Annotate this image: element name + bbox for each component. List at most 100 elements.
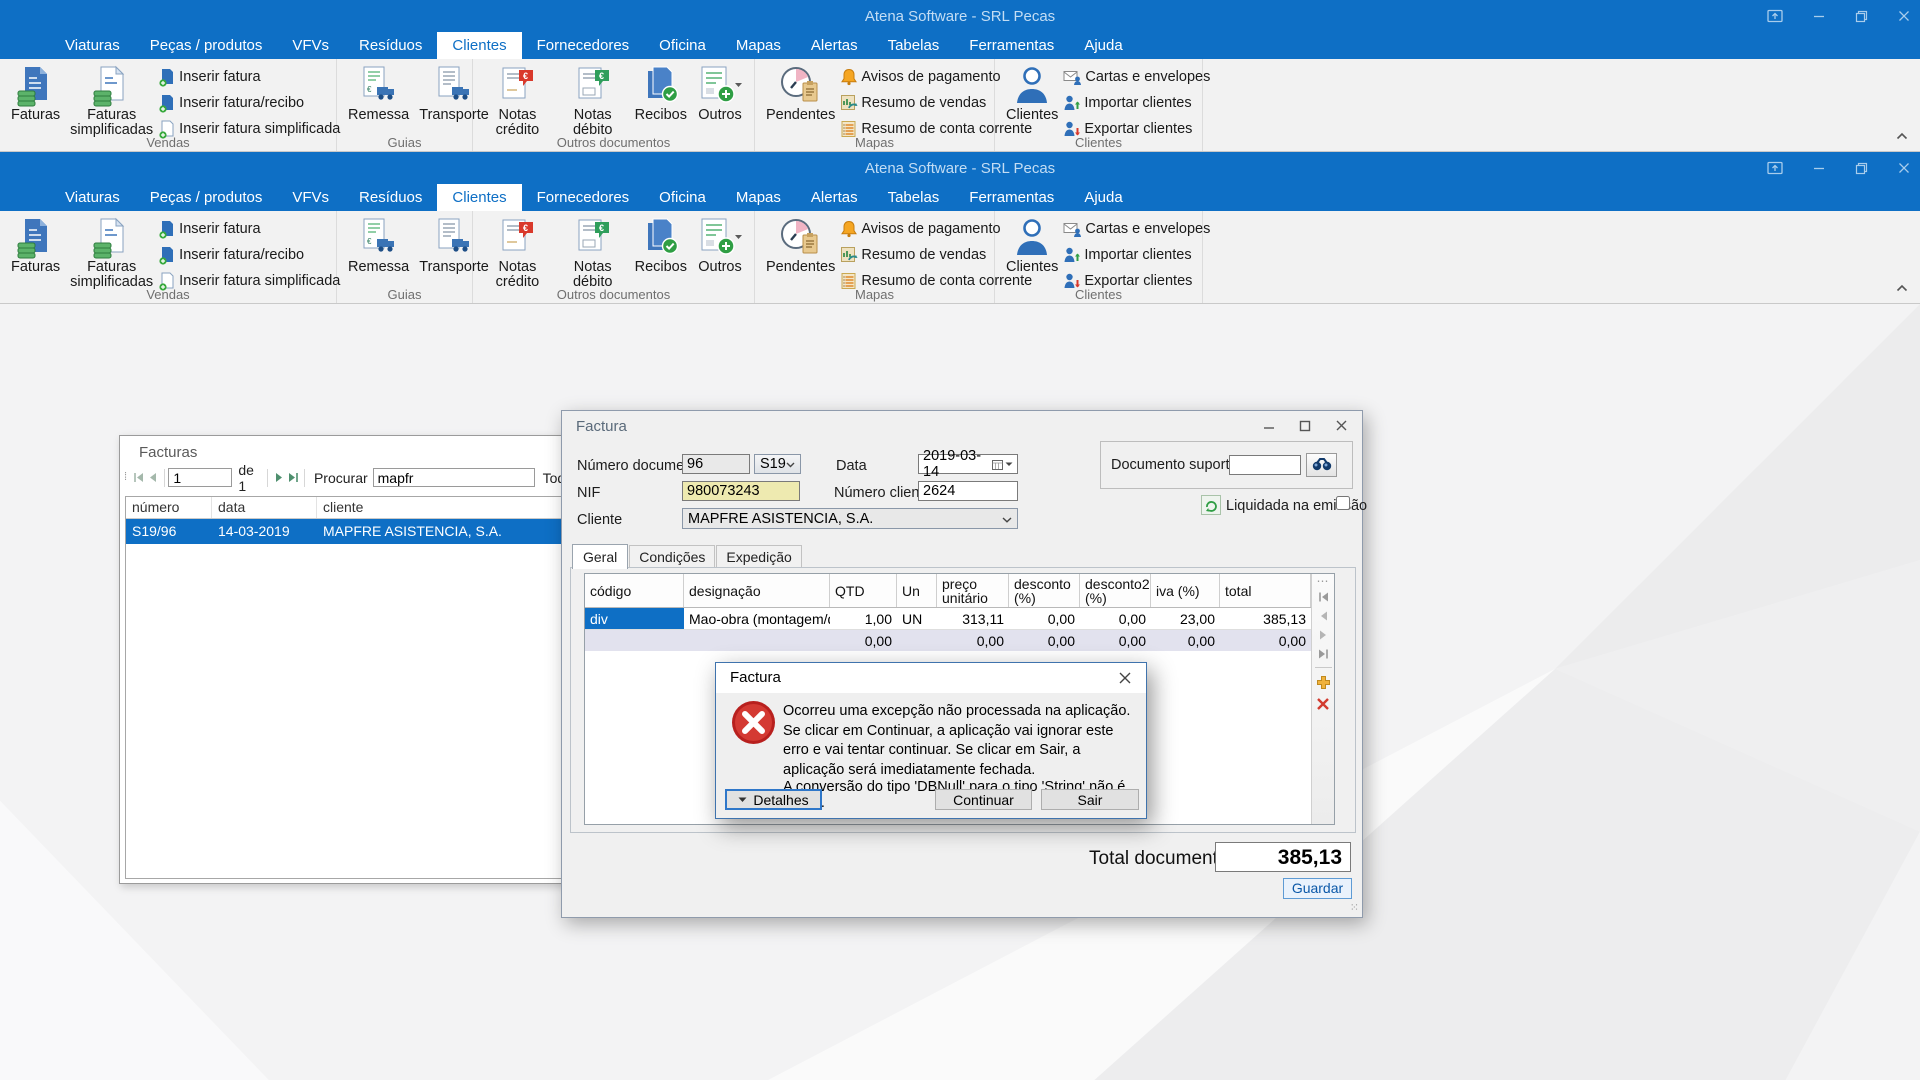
- ribbon-button-pendentes[interactable]: Pendentes: [761, 214, 840, 277]
- ribbon-button-clientes[interactable]: Clientes: [1001, 214, 1063, 277]
- menu-tab-pecas-produtos[interactable]: Peças / produtos: [135, 184, 278, 211]
- toolbar-handle[interactable]: ⋯: [1317, 578, 1330, 584]
- table-row-selected[interactable]: S19/96 14-03-2019 MAPFRE ASISTENCIA, S.A…: [126, 519, 569, 544]
- ribbon-button-recibos[interactable]: Recibos: [630, 214, 692, 277]
- liquidada-checkbox[interactable]: [1336, 496, 1350, 510]
- first-record-button[interactable]: [132, 468, 146, 488]
- exit-button[interactable]: Sair: [1041, 789, 1139, 810]
- menu-tab-clientes[interactable]: Clientes: [437, 32, 521, 59]
- tab-condicoes[interactable]: Condições: [629, 545, 715, 568]
- selected-cell-codigo[interactable]: div: [585, 608, 684, 629]
- collapse-ribbon-icon[interactable]: [1896, 127, 1908, 145]
- delete-row-icon[interactable]: [1316, 697, 1330, 711]
- cliente-combobox[interactable]: MAPFRE ASISTENCIA, S.A.: [682, 508, 1018, 529]
- search-document-button[interactable]: [1306, 453, 1337, 477]
- column-header-numero[interactable]: número: [126, 497, 212, 518]
- serie-combobox[interactable]: S19: [754, 454, 801, 474]
- ribbon-button-cartas-envelopes[interactable]: Cartas e envelopes: [1063, 216, 1210, 242]
- ribbon-button-faturas[interactable]: Faturas: [6, 214, 65, 277]
- menu-tab-ferramentas[interactable]: Ferramentas: [954, 184, 1069, 211]
- column-header-cliente[interactable]: cliente: [317, 497, 569, 518]
- tab-geral[interactable]: Geral: [572, 544, 628, 569]
- menu-tab-mapas[interactable]: Mapas: [721, 32, 796, 59]
- next-record-button[interactable]: [272, 468, 286, 488]
- ribbon-button-remessa[interactable]: € Remessa: [343, 214, 414, 277]
- ribbon-button-notas-debito[interactable]: € Notas débito: [556, 62, 630, 140]
- ribbon-button-inserir-fatura[interactable]: Inserir fatura: [158, 64, 340, 90]
- ribbon-button-cartas-envelopes[interactable]: Cartas e envelopes: [1063, 64, 1210, 90]
- ribbon-button-faturas-simplificadas[interactable]: Faturas simplificadas: [65, 214, 158, 292]
- numero-documento-input[interactable]: [682, 454, 750, 474]
- minimize-icon[interactable]: [1263, 420, 1275, 432]
- ribbon-button-notas-credito[interactable]: € Notas crédito: [479, 214, 556, 292]
- ribbon-button-inserir-fatura-recibo[interactable]: Inserir fatura/recibo: [158, 90, 340, 116]
- menu-tab-ajuda[interactable]: Ajuda: [1069, 184, 1137, 211]
- add-row-icon[interactable]: [1316, 675, 1331, 690]
- grid-column-desconto2[interactable]: desconto2 (%): [1080, 574, 1151, 607]
- documento-suporte-input[interactable]: [1229, 455, 1301, 475]
- toolbar-grip[interactable]: ⁞: [124, 475, 130, 480]
- collapse-ribbon-icon[interactable]: [1896, 279, 1908, 297]
- menu-tab-fornecedores[interactable]: Fornecedores: [522, 184, 645, 211]
- grid-row-item[interactable]: div Mao-obra (montagem/desm... 1,00 UN 3…: [585, 608, 1311, 630]
- menu-tab-oficina[interactable]: Oficina: [644, 184, 721, 211]
- close-icon[interactable]: [1898, 10, 1910, 22]
- maximize-icon[interactable]: [1299, 420, 1311, 432]
- fullscreen-toggle-icon[interactable]: [1767, 9, 1783, 23]
- close-icon[interactable]: [1118, 671, 1132, 685]
- chevron-down-icon[interactable]: [1005, 462, 1013, 467]
- menu-tab-tabelas[interactable]: Tabelas: [873, 32, 955, 59]
- close-icon[interactable]: [1335, 419, 1348, 432]
- continue-button[interactable]: Continuar: [935, 789, 1032, 810]
- menu-tab-ajuda[interactable]: Ajuda: [1069, 32, 1137, 59]
- ribbon-button-clientes[interactable]: Clientes: [1001, 62, 1063, 125]
- menu-tab-fornecedores[interactable]: Fornecedores: [522, 32, 645, 59]
- menu-tab-residuos[interactable]: Resíduos: [344, 32, 437, 59]
- record-position-input[interactable]: [168, 468, 232, 487]
- resize-grip[interactable]: ⁙: [1350, 901, 1358, 914]
- ribbon-button-faturas[interactable]: Faturas: [6, 62, 65, 125]
- minimize-icon[interactable]: [1813, 10, 1825, 22]
- menu-tab-viaturas[interactable]: Viaturas: [50, 32, 135, 59]
- ribbon-button-outros[interactable]: Outros: [692, 214, 748, 277]
- previous-record-button[interactable]: [146, 468, 160, 488]
- menu-tab-residuos[interactable]: Resíduos: [344, 184, 437, 211]
- ribbon-button-inserir-fatura-recibo[interactable]: Inserir fatura/recibo: [158, 242, 340, 268]
- next-row-icon[interactable]: [1317, 629, 1330, 641]
- search-input[interactable]: [373, 468, 535, 487]
- menu-tab-tabelas[interactable]: Tabelas: [873, 184, 955, 211]
- grid-column-codigo[interactable]: código: [585, 574, 684, 607]
- grid-column-un[interactable]: Un: [897, 574, 937, 607]
- menu-tab-alertas[interactable]: Alertas: [796, 32, 873, 59]
- nif-input[interactable]: [682, 481, 800, 501]
- ribbon-button-faturas-simplificadas[interactable]: Faturas simplificadas: [65, 62, 158, 140]
- tab-expedicao[interactable]: Expedição: [716, 545, 801, 568]
- ribbon-button-inserir-fatura[interactable]: Inserir fatura: [158, 216, 340, 242]
- grid-column-total[interactable]: total: [1220, 574, 1311, 607]
- numero-cliente-input[interactable]: [918, 481, 1018, 501]
- menu-tab-ferramentas[interactable]: Ferramentas: [954, 32, 1069, 59]
- menu-tab-alertas[interactable]: Alertas: [796, 184, 873, 211]
- grid-column-iva[interactable]: iva (%): [1151, 574, 1220, 607]
- grid-column-designacao[interactable]: designação: [684, 574, 830, 607]
- ribbon-button-notas-debito[interactable]: € Notas débito: [556, 214, 630, 292]
- restore-icon[interactable]: [1855, 162, 1868, 175]
- fullscreen-toggle-icon[interactable]: [1767, 161, 1783, 175]
- last-row-icon[interactable]: [1317, 648, 1330, 660]
- restore-icon[interactable]: [1855, 10, 1868, 23]
- ribbon-button-recibos[interactable]: Recibos: [630, 62, 692, 125]
- close-icon[interactable]: [1898, 162, 1910, 174]
- first-row-icon[interactable]: [1317, 591, 1330, 603]
- ribbon-button-importar-clientes[interactable]: Importar clientes: [1063, 90, 1210, 116]
- ribbon-button-notas-credito[interactable]: € Notas crédito: [479, 62, 556, 140]
- details-button[interactable]: Detalhes: [725, 789, 822, 810]
- menu-tab-clientes[interactable]: Clientes: [437, 184, 521, 211]
- menu-tab-mapas[interactable]: Mapas: [721, 184, 796, 211]
- menu-tab-pecas-produtos[interactable]: Peças / produtos: [135, 32, 278, 59]
- save-button[interactable]: Guardar: [1283, 878, 1352, 899]
- grid-column-preco-unitario[interactable]: preço unitário: [937, 574, 1009, 607]
- ribbon-button-outros[interactable]: Outros: [692, 62, 748, 125]
- menu-tab-vfvs[interactable]: VFVs: [277, 184, 344, 211]
- grid-column-desconto[interactable]: desconto (%): [1009, 574, 1080, 607]
- minimize-icon[interactable]: [1813, 162, 1825, 174]
